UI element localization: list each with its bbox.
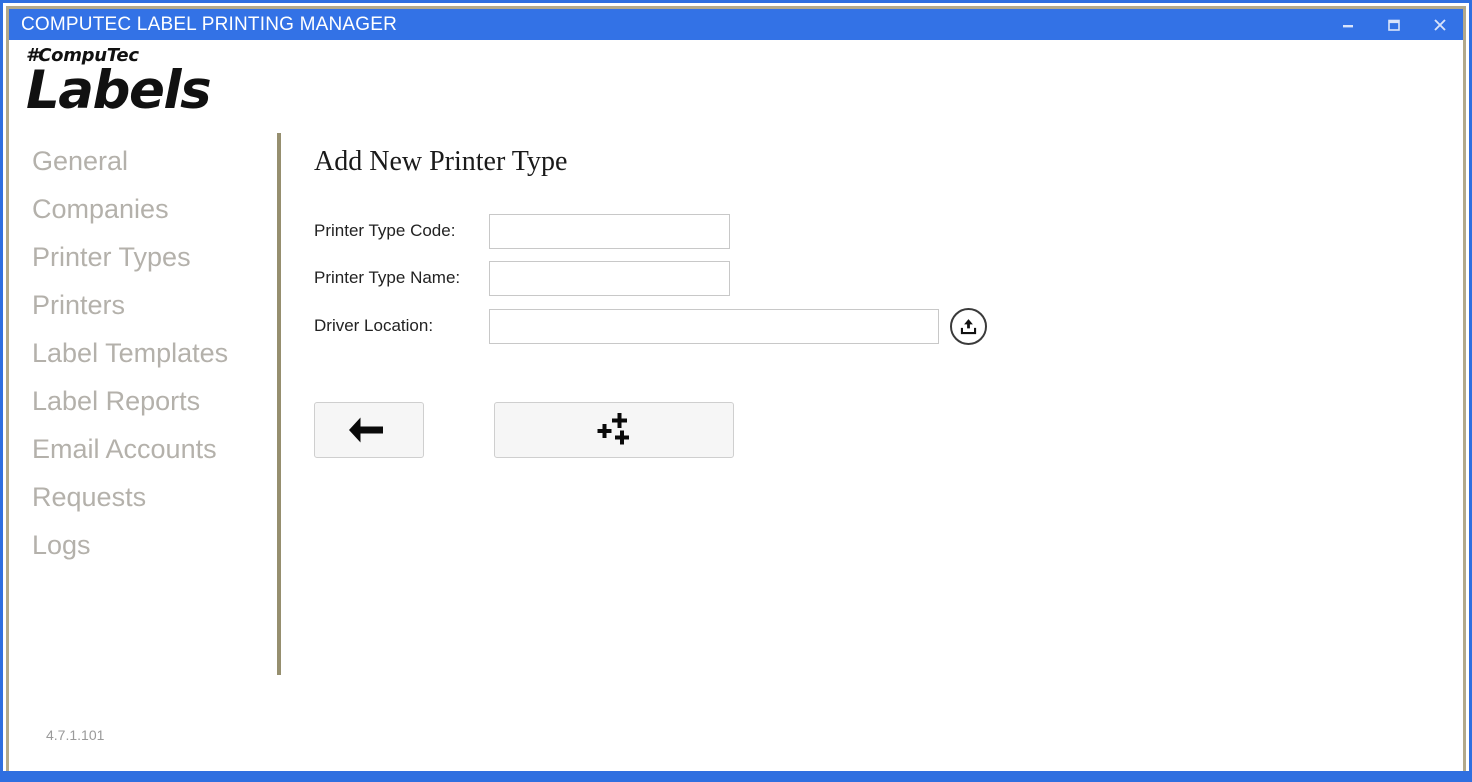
minimize-button[interactable] — [1325, 9, 1371, 40]
action-buttons — [314, 402, 1463, 458]
driver-location-label: Driver Location: — [314, 316, 489, 336]
bottom-accent-strip — [3, 771, 1469, 779]
sidebar-item-companies[interactable]: Companies — [9, 185, 274, 233]
logo-labels-text: Labels — [26, 64, 326, 118]
printer-type-code-label: Printer Type Code: — [314, 221, 489, 241]
maximize-icon — [1387, 18, 1401, 32]
app-logo: #CompuTec Labels — [26, 46, 326, 118]
sidebar-item-label: Label Reports — [32, 386, 200, 417]
sidebar-item-general[interactable]: General — [9, 137, 274, 185]
sidebar-item-label: Printer Types — [32, 242, 191, 273]
sidebar-item-label: Companies — [32, 194, 169, 225]
maximize-button[interactable] — [1371, 9, 1417, 40]
minimize-icon — [1341, 18, 1355, 32]
sidebar-item-label: Email Accounts — [32, 434, 217, 465]
close-button[interactable] — [1417, 9, 1463, 40]
printer-type-form: Printer Type Code: Printer Type Name: Dr… — [314, 214, 1463, 345]
sidebar-item-printer-types[interactable]: Printer Types — [9, 233, 274, 281]
version-label: 4.7.1.101 — [46, 727, 104, 743]
window-title: COMPUTEC LABEL PRINTING MANAGER — [9, 14, 397, 36]
window-controls — [1325, 9, 1463, 40]
sidebar-item-label: General — [32, 146, 128, 177]
sidebar-item-label: Requests — [32, 482, 146, 513]
sidebar-item-label-reports[interactable]: Label Reports — [9, 377, 274, 425]
main-content: Add New Printer Type Printer Type Code: … — [314, 141, 1463, 773]
window-inner-frame: COMPUTEC LABEL PRINTING MANAGER — [6, 6, 1466, 776]
close-icon — [1432, 17, 1448, 33]
sidebar-item-logs[interactable]: Logs — [9, 521, 274, 569]
driver-location-input[interactable] — [489, 309, 939, 344]
arrow-left-icon — [347, 413, 391, 447]
upload-icon — [958, 316, 979, 337]
sidebar-item-label-templates[interactable]: Label Templates — [9, 329, 274, 377]
sidebar-item-label: Printers — [32, 290, 125, 321]
form-row-printer-type-code: Printer Type Code: — [314, 214, 1463, 249]
sidebar-item-printers[interactable]: Printers — [9, 281, 274, 329]
page-title: Add New Printer Type — [314, 141, 1463, 179]
sidebar-item-label: Label Templates — [32, 338, 228, 369]
back-button[interactable] — [314, 402, 424, 458]
add-printer-type-button[interactable] — [494, 402, 734, 458]
sidebar-divider — [277, 133, 281, 675]
sidebar-item-requests[interactable]: Requests — [9, 473, 274, 521]
printer-type-code-input[interactable] — [489, 214, 730, 249]
add-sparkle-icon — [594, 411, 634, 449]
printer-type-name-input[interactable] — [489, 261, 730, 296]
sidebar-navigation: General Companies Printer Types Printers… — [9, 137, 274, 569]
sidebar-item-email-accounts[interactable]: Email Accounts — [9, 425, 274, 473]
printer-type-name-label: Printer Type Name: — [314, 268, 489, 288]
browse-driver-button[interactable] — [950, 308, 987, 345]
title-bar: COMPUTEC LABEL PRINTING MANAGER — [9, 9, 1463, 40]
form-row-printer-type-name: Printer Type Name: — [314, 261, 1463, 296]
sidebar-item-label: Logs — [32, 530, 91, 561]
form-row-driver-location: Driver Location: — [314, 308, 1463, 345]
application-window: COMPUTEC LABEL PRINTING MANAGER — [0, 0, 1472, 782]
